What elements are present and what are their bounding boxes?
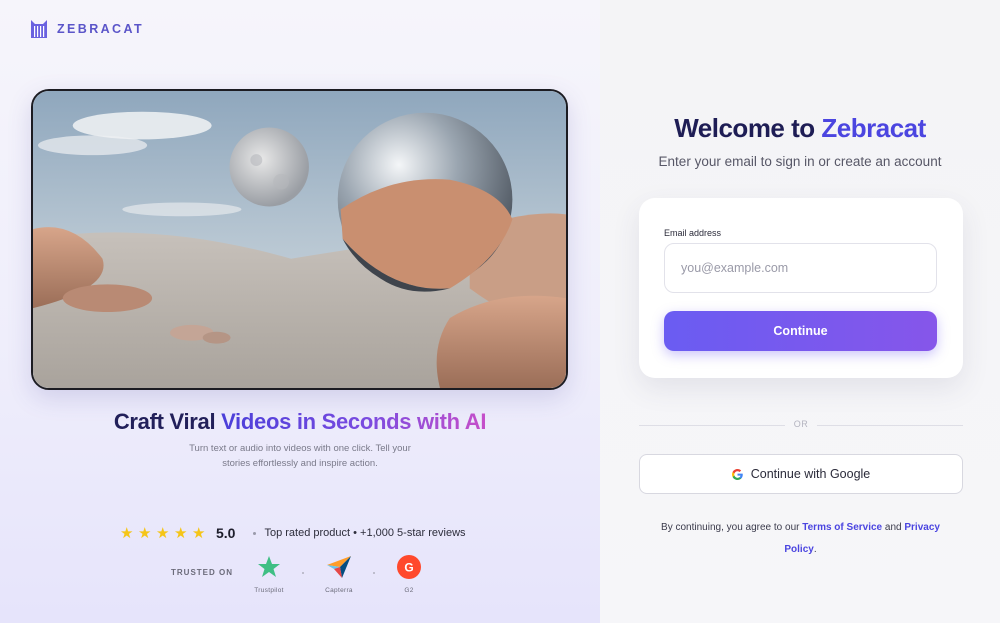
divider-line xyxy=(817,425,963,426)
headline-part-2: Videos in Seconds with AI xyxy=(221,409,487,434)
capterra-label: Capterra xyxy=(325,587,353,594)
separator-dot xyxy=(373,572,375,574)
email-input[interactable] xyxy=(664,243,937,293)
star-icon: ★ xyxy=(120,525,134,542)
g2-logo-icon: G xyxy=(397,555,421,579)
legal-notice: By continuing, you agree to our Terms of… xyxy=(648,517,953,561)
continue-button[interactable]: Continue xyxy=(664,311,937,351)
star-icon: ★ xyxy=(138,525,152,542)
trusted-on-label: TRUSTED ON xyxy=(171,568,233,577)
headline-part-1: Craft Viral xyxy=(113,409,222,434)
trustpilot-badge[interactable]: Trustpilot xyxy=(239,555,299,594)
hero-image xyxy=(31,89,568,390)
google-sign-in-button[interactable]: Continue with Google xyxy=(639,454,963,494)
hero-subline: Turn text or audio into videos with one … xyxy=(189,443,411,469)
terms-of-service-link[interactable]: Terms of Service xyxy=(802,522,882,533)
star-icon: ★ xyxy=(156,525,170,542)
capterra-arrow-icon xyxy=(327,556,351,578)
separator-dot xyxy=(253,531,257,535)
rating-text: Top rated product • +1,000 5-star review… xyxy=(264,527,466,539)
hero-headline: Craft Viral Videos in Seconds with AI xyxy=(0,409,600,435)
google-button-label: Continue with Google xyxy=(750,467,871,481)
trustpilot-label: Trustpilot xyxy=(254,587,284,594)
zebracat-logo-icon xyxy=(31,20,47,38)
brand-name: ZEBRACAT xyxy=(57,22,145,36)
rating-row: ★ ★ ★ ★ ★ 5.0 Top rated product • +1,000… xyxy=(120,524,466,542)
welcome-subtitle: Enter your email to sign in or create an… xyxy=(658,154,942,169)
star-icon: ★ xyxy=(192,525,206,542)
welcome-title-part-1: Welcome to xyxy=(674,113,822,143)
rating-score: 5.0 xyxy=(216,525,236,541)
svg-text:G: G xyxy=(404,561,413,575)
trustpilot-star-icon xyxy=(258,556,280,577)
or-divider: OR xyxy=(639,419,963,431)
welcome-title-brand: Zebracat xyxy=(821,113,926,143)
google-icon xyxy=(731,468,743,480)
rating-stars: ★ ★ ★ ★ ★ xyxy=(120,524,210,542)
brand-logo[interactable]: ZEBRACAT xyxy=(30,19,144,39)
legal-suffix: . xyxy=(813,544,817,555)
legal-and: and xyxy=(882,522,905,533)
or-label: OR xyxy=(793,419,809,429)
g2-badge[interactable]: G G2 xyxy=(379,555,439,594)
email-label: Email address xyxy=(664,228,722,238)
star-icon: ★ xyxy=(174,525,188,542)
separator-dot xyxy=(302,572,304,574)
g2-label: G2 xyxy=(404,587,414,594)
legal-prefix: By continuing, you agree to our xyxy=(661,522,803,533)
capterra-badge[interactable]: Capterra xyxy=(309,555,369,594)
welcome-title: Welcome to Zebracat xyxy=(600,113,1000,144)
